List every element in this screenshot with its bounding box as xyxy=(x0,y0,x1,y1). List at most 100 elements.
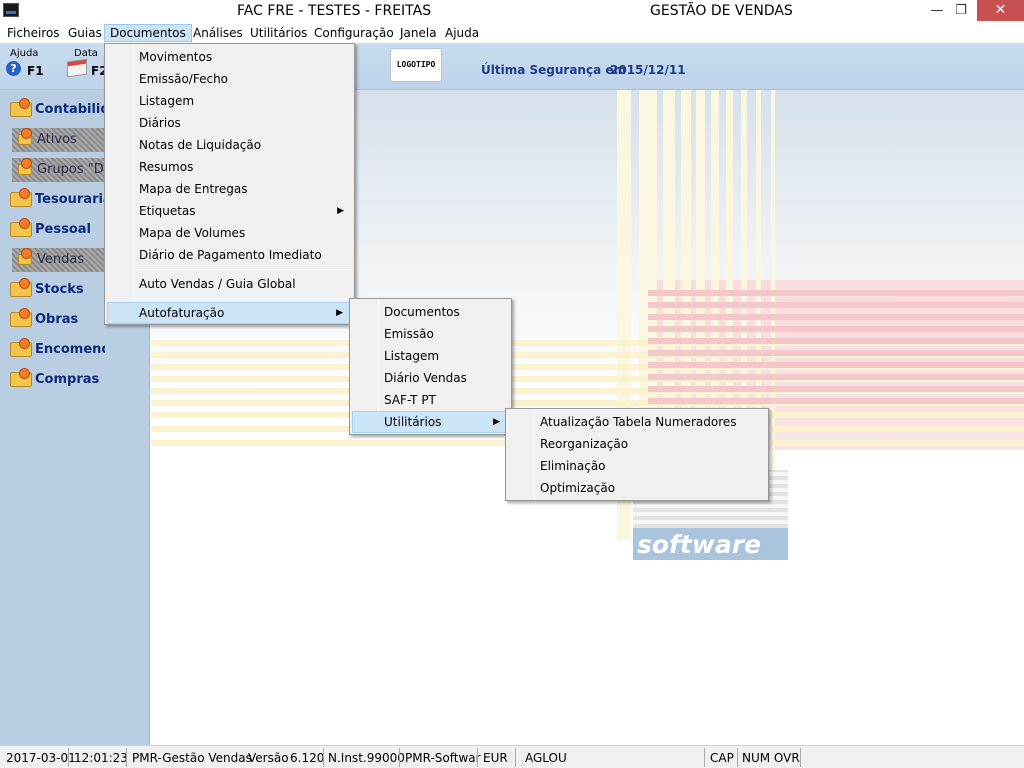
menu-item-label: Auto Vendas / Guia Global xyxy=(139,277,296,291)
menu-item-label: Emissão/Fecho xyxy=(139,72,229,86)
background-stripe xyxy=(648,290,1024,296)
menu-janela[interactable]: Janela xyxy=(395,24,442,42)
sidebar-item-label: Vendas xyxy=(37,252,85,267)
folder-icon xyxy=(10,308,32,327)
utility-item-eliminacao[interactable]: Eliminação xyxy=(508,455,766,477)
submenu-item-utilitarios[interactable]: Utilitários ▶ xyxy=(352,411,509,433)
sidebar-item-label: Tesouraria xyxy=(35,192,105,207)
sidebar-item-vendas[interactable]: Vendas xyxy=(12,248,105,272)
status-user: AGLOU xyxy=(525,751,567,765)
folder-icon xyxy=(12,248,34,266)
title-bar: FAC FRE - TESTES - FREITAS GESTÃO DE VEN… xyxy=(0,0,1024,22)
menu-item-label: Etiquetas xyxy=(139,204,196,218)
menu-item-notas-de-liquidacao[interactable]: Notas de Liquidação xyxy=(107,134,352,156)
sidebar-item-ativos[interactable]: Ativos xyxy=(12,128,105,152)
sidebar-item-label: Stocks xyxy=(35,282,84,297)
close-button[interactable]: ✕ xyxy=(977,0,1024,21)
sidebar-item-grupos-depo[interactable]: Grupos "Depo xyxy=(12,158,105,182)
status-separator xyxy=(126,748,127,767)
menu-item-label: Eliminação xyxy=(540,459,606,473)
status-numovr: NUM OVR xyxy=(742,751,800,765)
menu-item-diarios[interactable]: Diários xyxy=(107,112,352,134)
submenu-arrow-icon: ▶ xyxy=(493,417,500,427)
menu-item-label: Diário de Pagamento Imediato xyxy=(139,248,322,262)
app-logo-icon[interactable] xyxy=(3,3,19,17)
sidebar-item-compras[interactable]: Compras xyxy=(10,368,105,392)
menu-documentos[interactable]: Documentos xyxy=(104,24,192,42)
folder-icon xyxy=(10,98,32,117)
folder-icon xyxy=(10,278,32,297)
status-separator xyxy=(737,748,738,767)
menu-item-movimentos[interactable]: Movimentos xyxy=(107,46,352,68)
submenu-item-diario-vendas[interactable]: Diário Vendas xyxy=(352,367,509,389)
menu-item-label: Notas de Liquidação xyxy=(139,138,262,152)
sidebar-item-pessoal[interactable]: Pessoal xyxy=(10,218,105,242)
submenu-item-documentos[interactable]: Documentos xyxy=(352,301,509,323)
module-title: GESTÃO DE VENDAS xyxy=(650,3,793,19)
folder-icon xyxy=(10,338,32,357)
status-separator xyxy=(515,748,516,767)
menu-item-emissao-fecho[interactable]: Emissão/Fecho xyxy=(107,68,352,90)
sidebar-item-label: Compras xyxy=(35,372,100,387)
status-inst: N.Inst.99000 xyxy=(328,751,405,765)
submenu-item-emissao[interactable]: Emissão xyxy=(352,323,509,345)
menu-item-label: Atualização Tabela Numeradores xyxy=(540,415,737,429)
help-key: F1 xyxy=(27,64,44,78)
sidebar-item-tesouraria[interactable]: Tesouraria xyxy=(10,188,105,212)
last-backup-date: 2015/12/11 xyxy=(610,63,686,77)
help-button[interactable]: Ajuda xyxy=(10,48,38,59)
status-company: PMR-Softwar xyxy=(405,751,481,765)
menu-item-auto-vendas-guia-global[interactable]: Auto Vendas / Guia Global xyxy=(107,273,352,295)
menu-ficheiros[interactable]: Ficheiros xyxy=(2,24,65,42)
menu-utilitarios[interactable]: Utilitários xyxy=(245,24,312,42)
utility-item-reorganizacao[interactable]: Reorganização xyxy=(508,433,766,455)
status-separator xyxy=(323,748,324,767)
folder-icon xyxy=(10,188,32,207)
utility-item-optimizacao[interactable]: Optimização xyxy=(508,477,766,499)
folder-icon xyxy=(10,218,32,237)
autofaturacao-submenu: Documentos Emissão Listagem Diário Vendas SA… xyxy=(349,298,512,435)
menu-item-diario-de-pagamento-imediato[interactable]: Diário de Pagamento Imediato xyxy=(107,244,352,266)
menu-ajuda[interactable]: Ajuda xyxy=(440,24,484,42)
background-stripe xyxy=(648,374,1024,380)
sidebar-item-contabilidade[interactable]: Contabilidade xyxy=(10,98,105,122)
menu-item-autofaturacao[interactable]: Autofaturação ▶ xyxy=(107,302,352,324)
sidebar-item-encomendas[interactable]: Encomendas xyxy=(10,338,105,362)
menu-item-label: Diário Vendas xyxy=(384,371,467,385)
sidebar-item-label: Obras xyxy=(35,312,79,327)
date-button[interactable]: Data xyxy=(74,48,98,59)
submenu-item-listagem[interactable]: Listagem xyxy=(352,345,509,367)
menu-item-etiquetas[interactable]: Etiquetas ▶ xyxy=(107,200,352,222)
menu-item-resumos[interactable]: Resumos xyxy=(107,156,352,178)
menu-configuracao[interactable]: Configuração xyxy=(309,24,399,42)
menu-item-label: Reorganização xyxy=(540,437,629,451)
sidebar-item-stocks[interactable]: Stocks xyxy=(10,278,105,302)
menu-analises[interactable]: Análises xyxy=(188,24,248,42)
status-separator xyxy=(800,748,801,767)
menu-item-label: Optimização xyxy=(540,481,616,495)
menu-separator xyxy=(135,298,352,299)
sidebar-item-obras[interactable]: Obras xyxy=(10,308,105,332)
submenu-arrow-icon: ▶ xyxy=(336,308,343,318)
status-app: PMR-Gestão Vendas xyxy=(132,751,252,765)
calendar-icon[interactable] xyxy=(67,58,87,78)
help-icon[interactable]: ? xyxy=(6,61,21,76)
submenu-item-saf-t-pt[interactable]: SAF-T PT xyxy=(352,389,509,411)
sidebar-item-label: Pessoal xyxy=(35,222,91,237)
status-separator xyxy=(399,748,400,767)
menu-bar: Ficheiros Guias Documentos Análises Util… xyxy=(0,22,1024,44)
status-separator xyxy=(704,748,705,767)
menu-item-label: Resumos xyxy=(139,160,194,174)
restore-button[interactable]: ❐ xyxy=(946,0,976,21)
menu-item-label: Mapa de Volumes xyxy=(139,226,246,240)
menu-item-listagem[interactable]: Listagem xyxy=(107,90,352,112)
menu-item-mapa-de-entregas[interactable]: Mapa de Entregas xyxy=(107,178,352,200)
utility-item-atualizacao-tabela-numeradores[interactable]: Atualização Tabela Numeradores xyxy=(508,411,766,433)
menu-item-label: Utilitários xyxy=(384,415,442,429)
background-stripe xyxy=(648,386,1024,392)
utilitarios-submenu: Atualização Tabela Numeradores Reorganiza… xyxy=(505,408,769,501)
menu-item-label: Emissão xyxy=(384,327,434,341)
menu-item-mapa-de-volumes[interactable]: Mapa de Volumes xyxy=(107,222,352,244)
menu-item-label: Movimentos xyxy=(139,50,213,64)
menu-guias[interactable]: Guias xyxy=(63,24,107,42)
